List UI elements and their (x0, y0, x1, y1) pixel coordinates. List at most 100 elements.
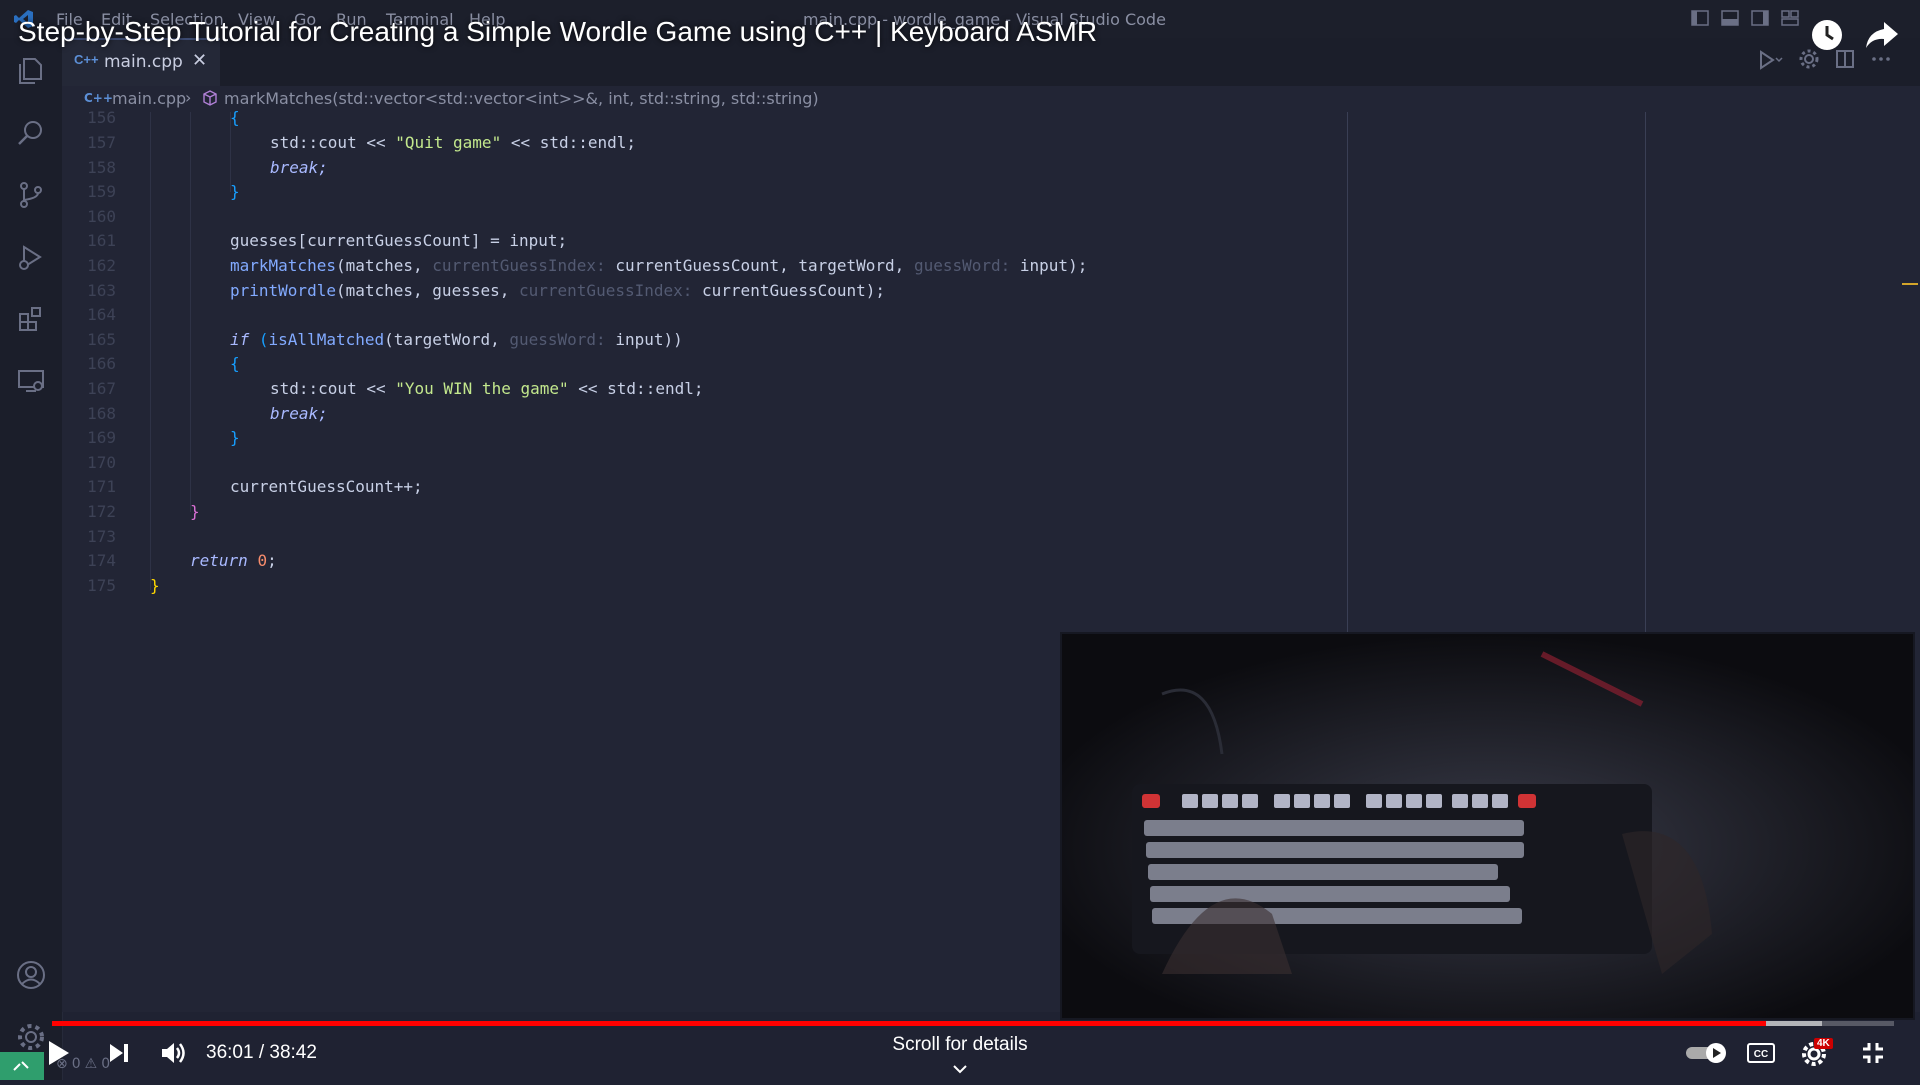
share-icon[interactable] (1864, 18, 1900, 57)
line-number: 174 (87, 551, 116, 570)
code-token: input); (1010, 256, 1088, 275)
chevron-down-icon (860, 1058, 1060, 1080)
line-number: 159 (87, 182, 116, 201)
breadcrumb: C++ main.cpp › markMatches(std::vector<s… (62, 86, 1920, 112)
extensions-icon[interactable] (12, 300, 50, 338)
indent-guide (150, 112, 151, 590)
function-name: printWordle (230, 281, 336, 300)
close-icon[interactable]: ✕ (192, 50, 207, 71)
run-debug-icon[interactable] (12, 238, 50, 276)
video-title[interactable]: Step-by-Step Tutorial for Creating a Sim… (18, 16, 1097, 48)
function-name: isAllMatched (268, 330, 385, 349)
brace: } (190, 502, 200, 521)
volume-icon[interactable] (156, 1038, 190, 1068)
remote-indicator[interactable] (0, 1052, 44, 1080)
warning-count: 0 (101, 1056, 111, 1072)
code-line: printWordle(matches, guesses, currentGue… (230, 281, 885, 300)
code-line: { (230, 108, 240, 127)
progress-bar-buffered (1766, 1021, 1822, 1026)
code-line: std::cout << "You WIN the game" << std::… (270, 379, 703, 398)
progress-bar-played[interactable] (52, 1021, 1767, 1026)
autoplay-toggle[interactable] (1684, 1042, 1730, 1064)
overview-ruler-marker (1902, 283, 1918, 285)
string-literal: "You WIN the game" (395, 379, 569, 398)
watch-later-icon[interactable] (1810, 18, 1844, 57)
inlay-hint: guessWord: (509, 330, 606, 349)
code-line: guesses[currentGuessCount] = input; (230, 231, 567, 250)
code-token: << std::endl; (568, 379, 704, 398)
code-line: break; (270, 158, 328, 177)
inlay-hint: guessWord: (913, 256, 1011, 275)
code-line: break; (270, 404, 328, 423)
source-control-icon[interactable] (12, 176, 50, 214)
code-token: (targetWord, (384, 330, 510, 349)
cpp-file-icon: C++ (74, 52, 99, 67)
line-number: 161 (87, 231, 116, 250)
line-number: 157 (87, 133, 116, 152)
code-token: (matches, (335, 256, 433, 275)
function-name: markMatches (230, 256, 336, 275)
error-icon: ⊗ (56, 1056, 68, 1072)
code-line: } (190, 502, 200, 521)
string-literal: "Quit game" (395, 133, 502, 152)
search-icon[interactable] (12, 114, 50, 152)
cpp-file-icon: C++ (84, 91, 113, 105)
line-number: 156 (87, 108, 116, 127)
code-token: std::cout << (270, 133, 396, 152)
code-token: ; (267, 551, 277, 570)
line-number: 173 (87, 527, 116, 546)
inlay-hint: currentGuessIndex: (519, 281, 693, 300)
code-line: } (230, 182, 240, 201)
remote-explorer-icon[interactable] (12, 362, 50, 400)
code-token: std::cout << (270, 379, 396, 398)
explorer-icon[interactable] (12, 52, 50, 90)
code-token: guesses[currentGuessCount] = input; (230, 231, 568, 250)
accounts-icon[interactable] (12, 956, 50, 994)
layout-icons[interactable] (1690, 8, 1800, 28)
code-token: currentGuessCount); (692, 281, 886, 300)
scroll-for-details[interactable]: Scroll for details (860, 1034, 1060, 1080)
toggle-panel-icon[interactable] (1720, 8, 1740, 28)
code-line: { (230, 354, 240, 373)
brace: } (150, 576, 160, 595)
code-token: ( (249, 330, 269, 349)
code-token: currentGuessCount, targetWord, (605, 256, 914, 275)
code-line: markMatches(matches, currentGuessIndex: … (230, 256, 1087, 275)
editor-ruler (1347, 112, 1348, 632)
tab-label: main.cpp (104, 52, 183, 72)
line-number: 163 (87, 281, 116, 300)
code-line: currentGuessCount++; (230, 477, 423, 496)
toggle-secondary-sidebar-icon[interactable] (1750, 8, 1770, 28)
line-number: 165 (87, 330, 116, 349)
inlay-hint: currentGuessIndex: (432, 256, 606, 275)
code-token: currentGuessCount++; (230, 477, 423, 496)
warning-icon: ⚠ (84, 1056, 98, 1072)
code-token: input)) (605, 330, 683, 349)
line-number: 162 (87, 256, 116, 275)
indent-guide (190, 112, 191, 512)
problems-indicator[interactable]: ⊗ 0 ⚠ 0 (56, 1056, 110, 1072)
breadcrumb-file[interactable]: main.cpp (112, 89, 186, 108)
keyword: if (230, 330, 250, 349)
exit-fullscreen-button[interactable] (1858, 1040, 1888, 1066)
subtitles-cc-button[interactable]: CC (1746, 1040, 1776, 1066)
run-code-icon[interactable] (1758, 48, 1784, 72)
code-line: std::cout << "Quit game" << std::endl; (270, 133, 636, 152)
customize-layout-icon[interactable] (1780, 8, 1800, 28)
time-display: 36:01 / 38:42 (206, 1042, 317, 1063)
line-number: 166 (87, 354, 116, 373)
brace: { (230, 354, 240, 373)
editor-ruler (1645, 112, 1646, 632)
code-token: (matches, guesses, (335, 281, 519, 300)
line-number: 168 (87, 404, 116, 423)
toggle-sidebar-icon[interactable] (1690, 8, 1710, 28)
settings-gear-button[interactable]: 4K (1800, 1036, 1840, 1070)
line-number: 175 (87, 576, 116, 595)
keyword: return (190, 551, 248, 570)
number-literal: 0 (257, 551, 268, 570)
activity-bar (0, 38, 63, 1080)
scroll-hint-label: Scroll for details (892, 1034, 1028, 1055)
error-count: 0 (71, 1056, 81, 1072)
breadcrumb-symbol[interactable]: markMatches(std::vector<std::vector<int>… (224, 89, 819, 108)
brace: } (230, 428, 240, 447)
